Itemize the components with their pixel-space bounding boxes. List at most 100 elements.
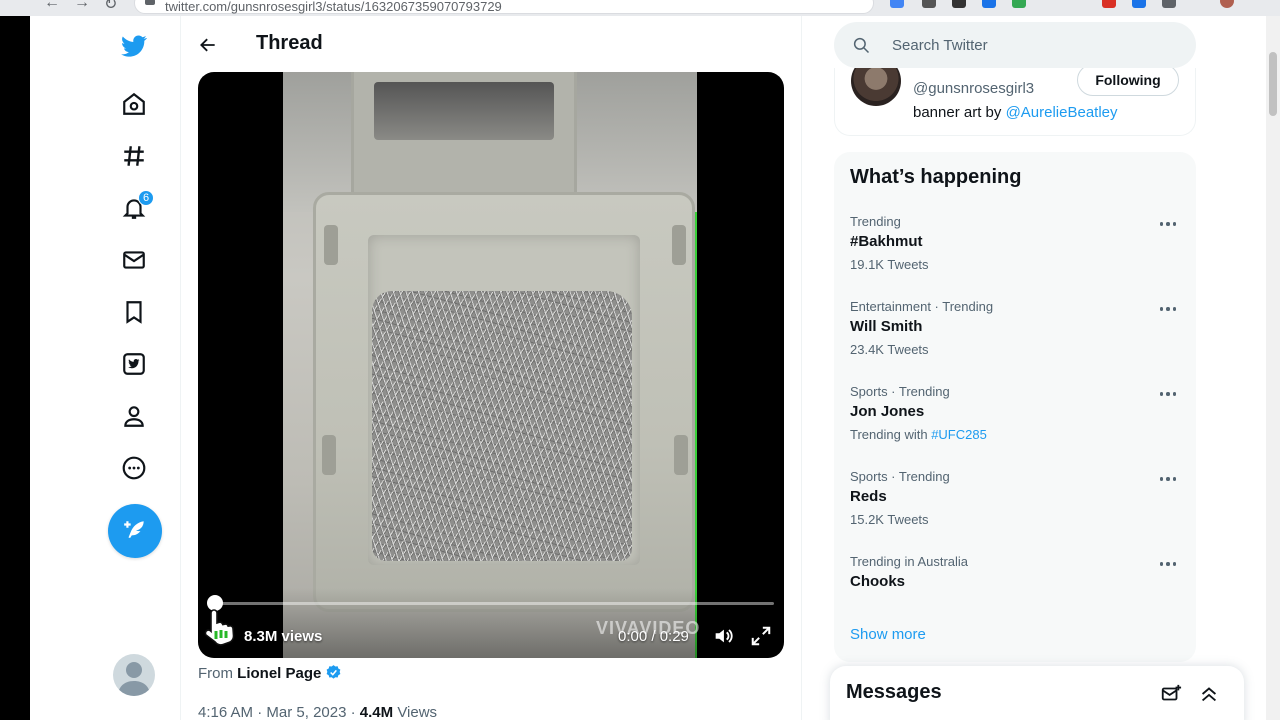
extension-icon[interactable] — [922, 0, 936, 8]
forward-arrow-icon[interactable]: → — [74, 0, 90, 12]
trend-context: Entertainment · Trending — [850, 299, 994, 314]
tweet-views-label: Views — [397, 704, 438, 720]
video-views-count: 8.3M views — [244, 628, 323, 645]
address-bar-url: twitter.com/gunsnrosesgirl3/status/16320… — [165, 0, 502, 14]
address-bar[interactable]: twitter.com/gunsnrosesgirl3/status/16320… — [134, 0, 874, 14]
search-placeholder: Search Twitter — [892, 37, 988, 54]
trend-name: Jon Jones — [850, 403, 925, 420]
extension-icon[interactable] — [952, 0, 966, 8]
tweet-time[interactable]: 4:16 AM — [198, 704, 253, 720]
trend-more-button[interactable] — [1156, 214, 1180, 234]
messages-drawer[interactable]: Messages — [830, 666, 1244, 720]
home-icon[interactable] — [112, 82, 156, 126]
trend-hashtag-link[interactable]: #UFC285 — [931, 427, 987, 442]
trend-item[interactable]: Trending #Bakhmut 19.1K Tweets — [834, 214, 1196, 299]
following-button[interactable]: Following — [1077, 68, 1179, 96]
trend-name: #Bakhmut — [850, 233, 923, 250]
video-player[interactable]: 8.3M views VIVAVIDEO 0:00 / 0:29 — [198, 72, 784, 658]
video-frame — [283, 72, 697, 658]
twitter-logo-icon[interactable] — [112, 24, 156, 68]
notifications-badge: 6 — [138, 190, 154, 206]
expand-chevrons-icon[interactable] — [1198, 683, 1220, 705]
lock-icon — [145, 0, 155, 5]
trend-count: Trending with #UFC285 — [850, 427, 987, 442]
page-title: Thread — [256, 32, 323, 54]
column-divider — [801, 16, 802, 720]
meta-separator: · — [350, 704, 356, 720]
video-controls: 8.3M views VIVAVIDEO 0:00 / 0:29 — [198, 588, 784, 658]
extension-icon[interactable] — [1012, 0, 1026, 8]
back-arrow-icon[interactable]: ← — [44, 0, 60, 12]
trend-more-button[interactable] — [1156, 299, 1180, 319]
meta-separator: · — [257, 704, 263, 720]
trend-item[interactable]: Sports · Trending Jon Jones Trending wit… — [834, 384, 1196, 469]
new-message-icon[interactable] — [1160, 683, 1182, 705]
trending-with-label: Trending with — [850, 427, 928, 442]
video-time: 0:00 / 0:29 — [618, 628, 689, 645]
user-bio: banner art by @AurelieBeatley — [913, 104, 1118, 121]
fullscreen-icon[interactable] — [750, 625, 772, 647]
user-avatar[interactable] — [851, 68, 901, 106]
bookmarks-icon[interactable] — [112, 290, 156, 334]
volume-icon[interactable] — [712, 625, 734, 647]
trend-more-button[interactable] — [1156, 384, 1180, 404]
trend-name: Chooks — [850, 573, 906, 590]
thread-column: Thread 8.3M views VIVAVIDEO 0:00 / 0:29 … — [181, 16, 801, 720]
whats-happening-panel: What’s happening Trending #Bakhmut 19.1K… — [834, 152, 1196, 662]
trend-context: Trending in Australia — [850, 554, 969, 569]
trend-name: Reds — [850, 488, 887, 505]
trend-context: Trending — [850, 214, 901, 229]
extension-icon[interactable] — [982, 0, 996, 8]
show-more-link[interactable]: Show more — [850, 626, 926, 643]
source-author-link[interactable]: Lionel Page — [237, 665, 321, 682]
extension-icon[interactable] — [890, 0, 904, 8]
who-to-follow-card: @gunsnrosesgirl3 banner art by @AurelieB… — [834, 68, 1196, 136]
back-button[interactable] — [193, 30, 223, 60]
extension-icon[interactable] — [1132, 0, 1146, 8]
search-input[interactable]: Search Twitter — [834, 22, 1196, 68]
trend-item[interactable]: Entertainment · Trending Will Smith 23.4… — [834, 299, 1196, 384]
nails-pile — [372, 291, 632, 561]
trend-count: 19.1K Tweets — [850, 257, 929, 272]
user-handle[interactable]: @gunsnrosesgirl3 — [913, 80, 1034, 97]
trend-more-button[interactable] — [1156, 554, 1180, 574]
extension-icon[interactable] — [1102, 0, 1116, 8]
reload-icon[interactable]: ↻ — [104, 0, 117, 14]
feather-quill-icon — [124, 521, 144, 539]
back-arrow-icon — [200, 38, 215, 52]
verified-badge-icon — [326, 665, 341, 679]
explore-hashtag-icon[interactable] — [112, 134, 156, 178]
account-avatar[interactable] — [113, 654, 155, 696]
tweet-meta-line: 4:16 AM · Mar 5, 2023 · 4.4M Views — [198, 704, 437, 720]
tweet-source-line: From Lionel Page — [198, 664, 342, 682]
more-options-icon[interactable] — [112, 446, 156, 490]
trend-more-button[interactable] — [1156, 469, 1180, 489]
trend-count: 23.4K Tweets — [850, 342, 929, 357]
thread-header: Thread — [181, 16, 801, 72]
video-progress-bar[interactable] — [210, 602, 774, 605]
hand-pointer-cursor-icon — [204, 609, 235, 646]
profile-avatar-icon[interactable] — [1220, 0, 1234, 8]
twitter-page: 6 Thread 8.3M views VIVAVIDEO 0:00 / 0:2… — [30, 16, 1266, 720]
trend-context: Sports · Trending — [850, 384, 950, 399]
compose-tweet-button[interactable] — [108, 504, 162, 558]
bio-prefix: banner art by — [913, 104, 1002, 121]
tweet-views-count: 4.4M — [359, 704, 394, 720]
trend-name: Will Smith — [850, 318, 923, 335]
notifications-bell-icon[interactable]: 6 — [112, 186, 156, 230]
messages-envelope-icon[interactable] — [112, 238, 156, 282]
scrollbar-thumb[interactable] — [1269, 52, 1277, 116]
sidebar-nav: 6 — [104, 16, 164, 720]
bio-mention-link[interactable]: @AurelieBeatley — [1006, 104, 1118, 121]
browser-toolbar: ← → ↻ twitter.com/gunsnrosesgirl3/status… — [0, 0, 1280, 16]
trend-item[interactable]: Sports · Trending Reds 15.2K Tweets — [834, 469, 1196, 554]
twitter-blue-icon[interactable] — [112, 342, 156, 386]
messages-title: Messages — [846, 681, 942, 703]
extensions-puzzle-icon[interactable] — [1162, 0, 1176, 8]
page-scrollbar[interactable] — [1266, 16, 1280, 720]
tweet-date[interactable]: Mar 5, 2023 — [266, 704, 346, 720]
trend-context: Sports · Trending — [850, 469, 950, 484]
source-prefix: From — [198, 665, 233, 682]
profile-person-icon[interactable] — [112, 394, 156, 438]
whats-happening-title: What’s happening — [850, 166, 1022, 188]
